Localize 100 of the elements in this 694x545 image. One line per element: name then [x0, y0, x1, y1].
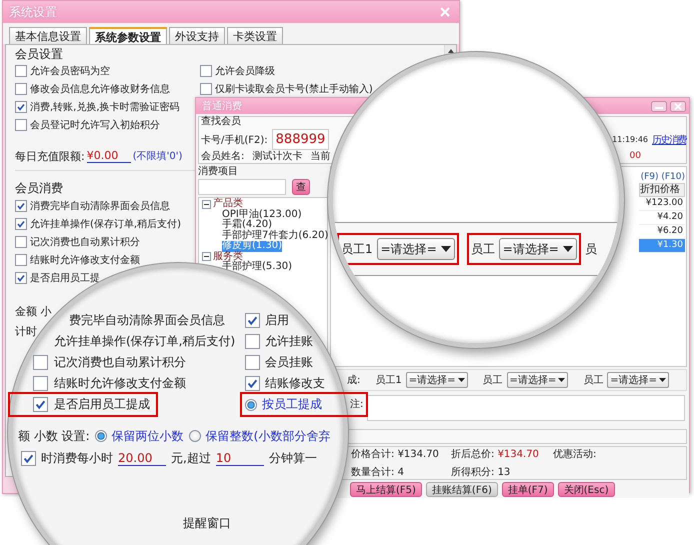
total-text: 所得积分: 13 [451, 466, 512, 479]
caret-icon[interactable] [659, 378, 666, 382]
checkbox[interactable] [15, 272, 27, 284]
amount-text: 00 [630, 151, 641, 161]
checkbox-label: 消费,转账,兑换,换卡时需验证密码 [30, 100, 180, 114]
radio-button[interactable] [188, 430, 201, 442]
hint-text: (不限填'0') [132, 150, 182, 163]
tree-category[interactable]: 产品类 [213, 199, 243, 210]
amount-field[interactable]: ¥0.00 [86, 149, 131, 163]
tree-item[interactable]: OPI甲油(123.00) [222, 210, 302, 220]
tree-item[interactable]: 手部护理7件套力(6.20) [222, 230, 328, 241]
staff-dropdown[interactable]: =请选择= [498, 238, 577, 260]
tab[interactable]: 系统参数设置 [89, 27, 167, 45]
time-text: 11:19:46 [612, 135, 648, 144]
total-text: 数量合计: 4 [351, 466, 405, 479]
caret-icon[interactable] [562, 246, 573, 252]
shortcut-hint: (F9) (F10) [640, 172, 685, 183]
option-label: 结账修改支 [265, 375, 325, 392]
table-cell[interactable]: ¥4.20 [639, 211, 685, 225]
option-label: 启用 [265, 312, 289, 329]
tree-item[interactable]: 手部护理(5.30) [222, 262, 292, 272]
group-title: 查找会员 [201, 117, 242, 129]
checkbox[interactable] [15, 254, 27, 266]
history-link[interactable]: 历史消费 [652, 132, 686, 146]
remark-field[interactable] [367, 395, 685, 421]
field-label: 成: [347, 374, 360, 387]
checkbox[interactable] [33, 355, 48, 370]
field-label: 当前 [310, 150, 330, 163]
close-icon[interactable] [670, 100, 686, 112]
expander-icon[interactable] [202, 252, 211, 262]
option-label: 保留整数(小数部分舍弃 [206, 428, 330, 444]
table-cell[interactable]: ¥123.00 [639, 197, 685, 211]
window-title: 系统设置 [9, 4, 57, 20]
expander-icon[interactable] [202, 200, 211, 209]
tree-item[interactable]: 手霜(4.20) [222, 220, 272, 230]
group-title: 消费项目 [198, 166, 239, 178]
caret-icon[interactable] [458, 378, 465, 382]
checkbox[interactable] [245, 334, 260, 349]
option-label: 按员工提成 [262, 396, 322, 413]
staff-dropdown[interactable]: =请选择= [376, 238, 455, 260]
checkbox[interactable] [33, 376, 48, 391]
checkbox[interactable] [15, 119, 27, 131]
field-label: 员工 [470, 240, 495, 258]
radio-button[interactable] [245, 398, 257, 410]
caret-icon[interactable] [558, 378, 566, 382]
rate-field[interactable]: 20.00 [118, 450, 166, 466]
setting-label: 计时 [15, 324, 37, 338]
minutes-field[interactable]: 10 [216, 450, 264, 466]
checkbox-label: 允许挂单操作(保存订单,稍后支付) [54, 333, 236, 350]
checkbox-label: 允许会员降级 [215, 64, 275, 78]
setting-label: 提醒窗口 [183, 516, 231, 530]
checkbox[interactable] [15, 65, 27, 77]
checkbox-label: 仅刷卡读取会员卡号(禁止手动输入) [215, 82, 373, 96]
checkbox[interactable] [15, 218, 27, 230]
checkbox-label: 消费完毕自动清除界面会员信息 [30, 200, 170, 213]
checkbox-label: 允许挂单操作(保存订单,稍后支付) [30, 218, 181, 231]
staff-dropdown[interactable]: =请选择= [406, 372, 468, 388]
checkbox-label: 时消费每小时 [41, 450, 113, 466]
field-label: 员工 [482, 374, 503, 387]
action-button[interactable]: 关闭(Esc) [558, 482, 615, 497]
field-label: 员工1 [375, 374, 402, 387]
action-button[interactable]: 挂单(F7) [502, 482, 554, 497]
staff-dropdown[interactable]: =请选择= [506, 372, 568, 388]
tree-category[interactable]: 服务类 [213, 252, 243, 262]
staff-dropdown[interactable]: =请选择= [607, 372, 670, 388]
checkbox-label: 费完毕自动清除界面会员信息 [69, 312, 225, 329]
option-label: 保留两位小数 [112, 428, 184, 444]
tab[interactable]: 基本信息设置 [9, 27, 87, 44]
field-label: 会员姓名: [201, 150, 244, 163]
section-title: 会员消费 [15, 180, 63, 197]
checkbox[interactable] [15, 236, 27, 248]
radio-button[interactable] [94, 430, 107, 442]
card-number-field[interactable]: 888999 [272, 129, 330, 150]
checkbox[interactable] [245, 376, 260, 391]
tab[interactable]: 卡类设置 [227, 27, 283, 44]
checkbox[interactable] [15, 83, 27, 95]
checkbox[interactable] [15, 200, 27, 212]
tab[interactable]: 外设支持 [169, 27, 225, 44]
search-button[interactable]: 查 [292, 179, 310, 195]
caret-icon[interactable] [440, 246, 451, 252]
checkbox-label: 是否启用员工提 [30, 272, 100, 285]
checkbox[interactable] [21, 450, 36, 466]
checkbox[interactable] [200, 83, 212, 95]
field-label: 卡号/手机(F2): [201, 134, 268, 146]
checkbox[interactable] [200, 65, 212, 77]
action-button[interactable]: 马上结算(F5) [350, 482, 422, 497]
field-label: 元,超过 [171, 450, 211, 466]
scroll-up-icon[interactable] [446, 47, 456, 55]
field-label: 员 [584, 240, 597, 258]
member-name: 测试计次卡 [252, 150, 302, 163]
column-header: 折扣价格 [639, 183, 685, 197]
checkbox-label: 结账时允许修改支付金额 [30, 254, 140, 267]
minimize-icon[interactable] [651, 100, 667, 112]
checkbox[interactable] [33, 397, 48, 412]
section-title: 会员设置 [15, 46, 63, 62]
search-field[interactable] [198, 179, 286, 195]
checkbox[interactable] [245, 355, 260, 370]
total-text: 折后总价: ¥134.70 [451, 448, 540, 461]
checkbox[interactable] [15, 101, 27, 113]
checkbox[interactable] [245, 313, 260, 328]
